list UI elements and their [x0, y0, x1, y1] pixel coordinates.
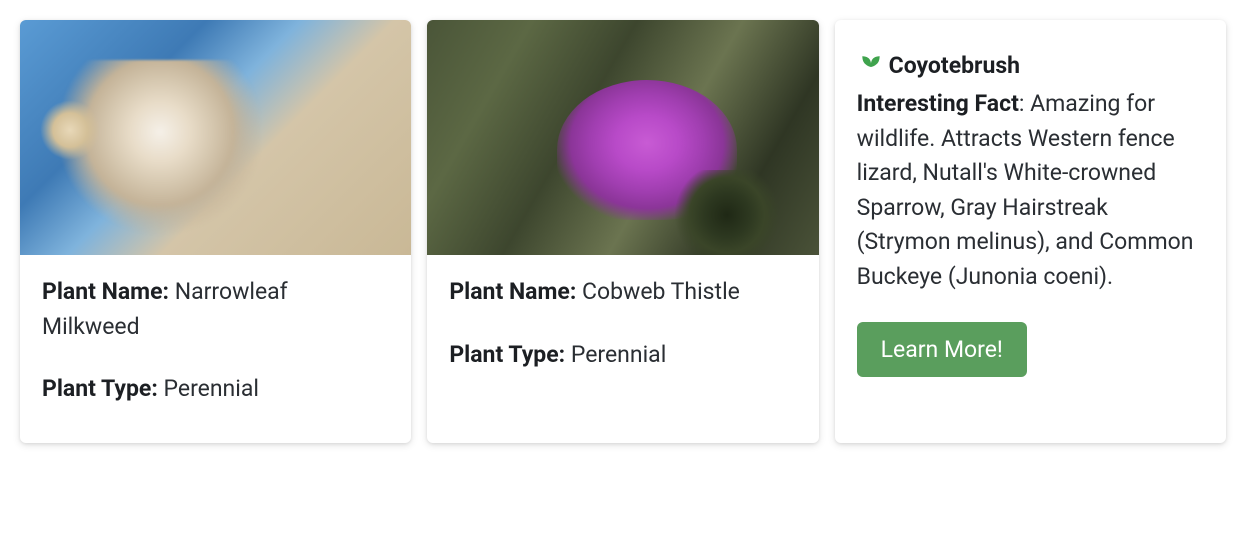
plant-card: Coyotebrush Interesting Fact: Amazing fo…: [835, 20, 1226, 443]
plant-fact-value: : Amazing for wildlife. Attracts Western…: [857, 90, 1194, 290]
plant-card-body: Plant Name: Narrowleaf Milkweed Plant Ty…: [20, 255, 411, 443]
plant-name-line: Plant Name: Cobweb Thistle: [449, 275, 796, 310]
plant-image: [427, 20, 818, 255]
plant-title: Coyotebrush: [857, 52, 1204, 79]
plant-name-label: Plant Name:: [42, 278, 169, 305]
plant-type-label: Plant Type:: [42, 375, 158, 402]
plant-type-label: Plant Type:: [449, 341, 565, 368]
plant-card-body: Coyotebrush Interesting Fact: Amazing fo…: [835, 20, 1226, 443]
plant-cards-container: Plant Name: Narrowleaf Milkweed Plant Ty…: [20, 20, 1226, 443]
plant-name-label: Plant Name:: [449, 278, 576, 305]
seedling-icon: [857, 53, 885, 79]
plant-name-value: Cobweb Thistle: [582, 278, 740, 305]
plant-fact: Interesting Fact: Amazing for wildlife. …: [857, 87, 1204, 294]
learn-more-button[interactable]: Learn More!: [857, 322, 1027, 377]
plant-image: [20, 20, 411, 255]
plant-type-value: Perennial: [571, 341, 666, 368]
plant-card: Plant Name: Cobweb Thistle Plant Type: P…: [427, 20, 818, 443]
plant-name-line: Plant Name: Narrowleaf Milkweed: [42, 275, 389, 344]
plant-card: Plant Name: Narrowleaf Milkweed Plant Ty…: [20, 20, 411, 443]
plant-type-value: Perennial: [164, 375, 259, 402]
plant-type-line: Plant Type: Perennial: [449, 338, 796, 373]
interesting-fact-label: Interesting Fact: [857, 90, 1019, 117]
plant-name-value: Coyotebrush: [889, 52, 1020, 79]
plant-card-body: Plant Name: Cobweb Thistle Plant Type: P…: [427, 255, 818, 443]
plant-type-line: Plant Type: Perennial: [42, 372, 389, 407]
